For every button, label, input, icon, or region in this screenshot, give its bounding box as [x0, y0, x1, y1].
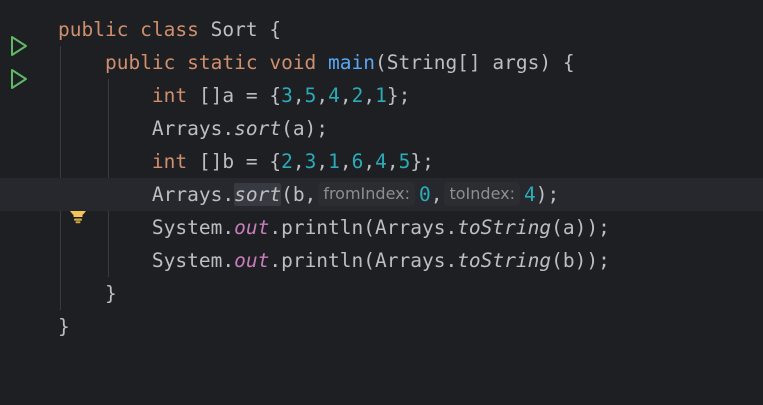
code-text: []b = { [187, 150, 282, 173]
comma: , [292, 150, 305, 173]
code-text: (String[] args) { [375, 51, 575, 74]
static-field: out [234, 249, 270, 272]
method-call: toString [457, 249, 552, 272]
keyword: public static void [104, 51, 329, 74]
comma: , [363, 84, 376, 107]
code-line: int []a = {3,5,4,2,1}; [58, 79, 763, 112]
comma: , [363, 150, 376, 173]
run-icon[interactable] [9, 35, 29, 57]
comma: , [292, 84, 305, 107]
code-text: .println(Arrays. [269, 249, 458, 272]
code-text: (a); [281, 117, 329, 140]
code-text: (b)); [551, 249, 610, 272]
parameter-hint: toIndex: [444, 182, 520, 206]
current-code-line: Arrays.sort(b, fromIndex: 0, toIndex: 4); [0, 178, 763, 211]
number-literal: 1 [328, 150, 340, 173]
code-editor[interactable]: public class Sort { public static void m… [0, 0, 763, 405]
code-text: .println(Arrays. [269, 216, 458, 239]
number-literal: 4 [523, 183, 536, 206]
code-line: public static void main(String[] args) { [58, 46, 763, 79]
keyword: int [151, 150, 188, 173]
number-literal: 3 [304, 150, 317, 173]
number-literal: 2 [351, 84, 364, 107]
number-literal: 5 [304, 84, 317, 107]
closing-brace: } [104, 282, 117, 305]
code-line: } [58, 277, 763, 310]
method-call: toString [457, 216, 552, 239]
code-area[interactable]: public class Sort { public static void m… [0, 13, 763, 343]
code-text: }; [386, 84, 411, 107]
method-name: main [328, 51, 375, 74]
comma: , [386, 150, 399, 173]
comma: , [316, 84, 329, 107]
class-name: Sort [210, 18, 258, 41]
code-text: System. [151, 249, 235, 272]
code-line: System.out.println(Arrays.toString(a)); [58, 211, 763, 244]
method-call: sort [234, 117, 282, 140]
closing-brace: } [58, 315, 70, 338]
code-line: Arrays.sort(a); [58, 112, 763, 145]
comma: , [316, 150, 329, 173]
code-text: (b, [281, 183, 317, 206]
keyword: public class [58, 18, 211, 41]
comma: , [339, 150, 352, 173]
code-text: { [257, 18, 282, 41]
code-line: int []b = {2,3,1,6,4,5}; [58, 145, 763, 178]
code-text: ); [535, 183, 560, 206]
number-literal: 5 [398, 150, 411, 173]
number-literal: 4 [375, 150, 387, 173]
static-field: out [234, 216, 270, 239]
number-literal: 4 [328, 84, 340, 107]
code-text: Arrays. [151, 183, 235, 206]
code-text: }; [410, 150, 434, 173]
code-text: Arrays. [151, 117, 235, 140]
code-line: public class Sort { [58, 13, 763, 46]
code-line: System.out.println(Arrays.toString(b)); [58, 244, 763, 277]
code-text: (a)); [551, 216, 610, 239]
number-literal: 2 [281, 150, 293, 173]
code-text: []a = { [187, 84, 282, 107]
code-text: System. [151, 216, 235, 239]
number-literal: 3 [281, 84, 293, 107]
number-literal: 0 [418, 183, 431, 206]
parameter-hint: fromIndex: [318, 182, 415, 206]
run-icon[interactable] [9, 68, 29, 90]
comma: , [430, 183, 443, 206]
number-literal: 1 [375, 84, 387, 107]
number-literal: 6 [351, 150, 364, 173]
keyword: int [151, 84, 188, 107]
code-line: } [58, 310, 763, 343]
method-call: sort [234, 183, 282, 206]
comma: , [339, 84, 352, 107]
